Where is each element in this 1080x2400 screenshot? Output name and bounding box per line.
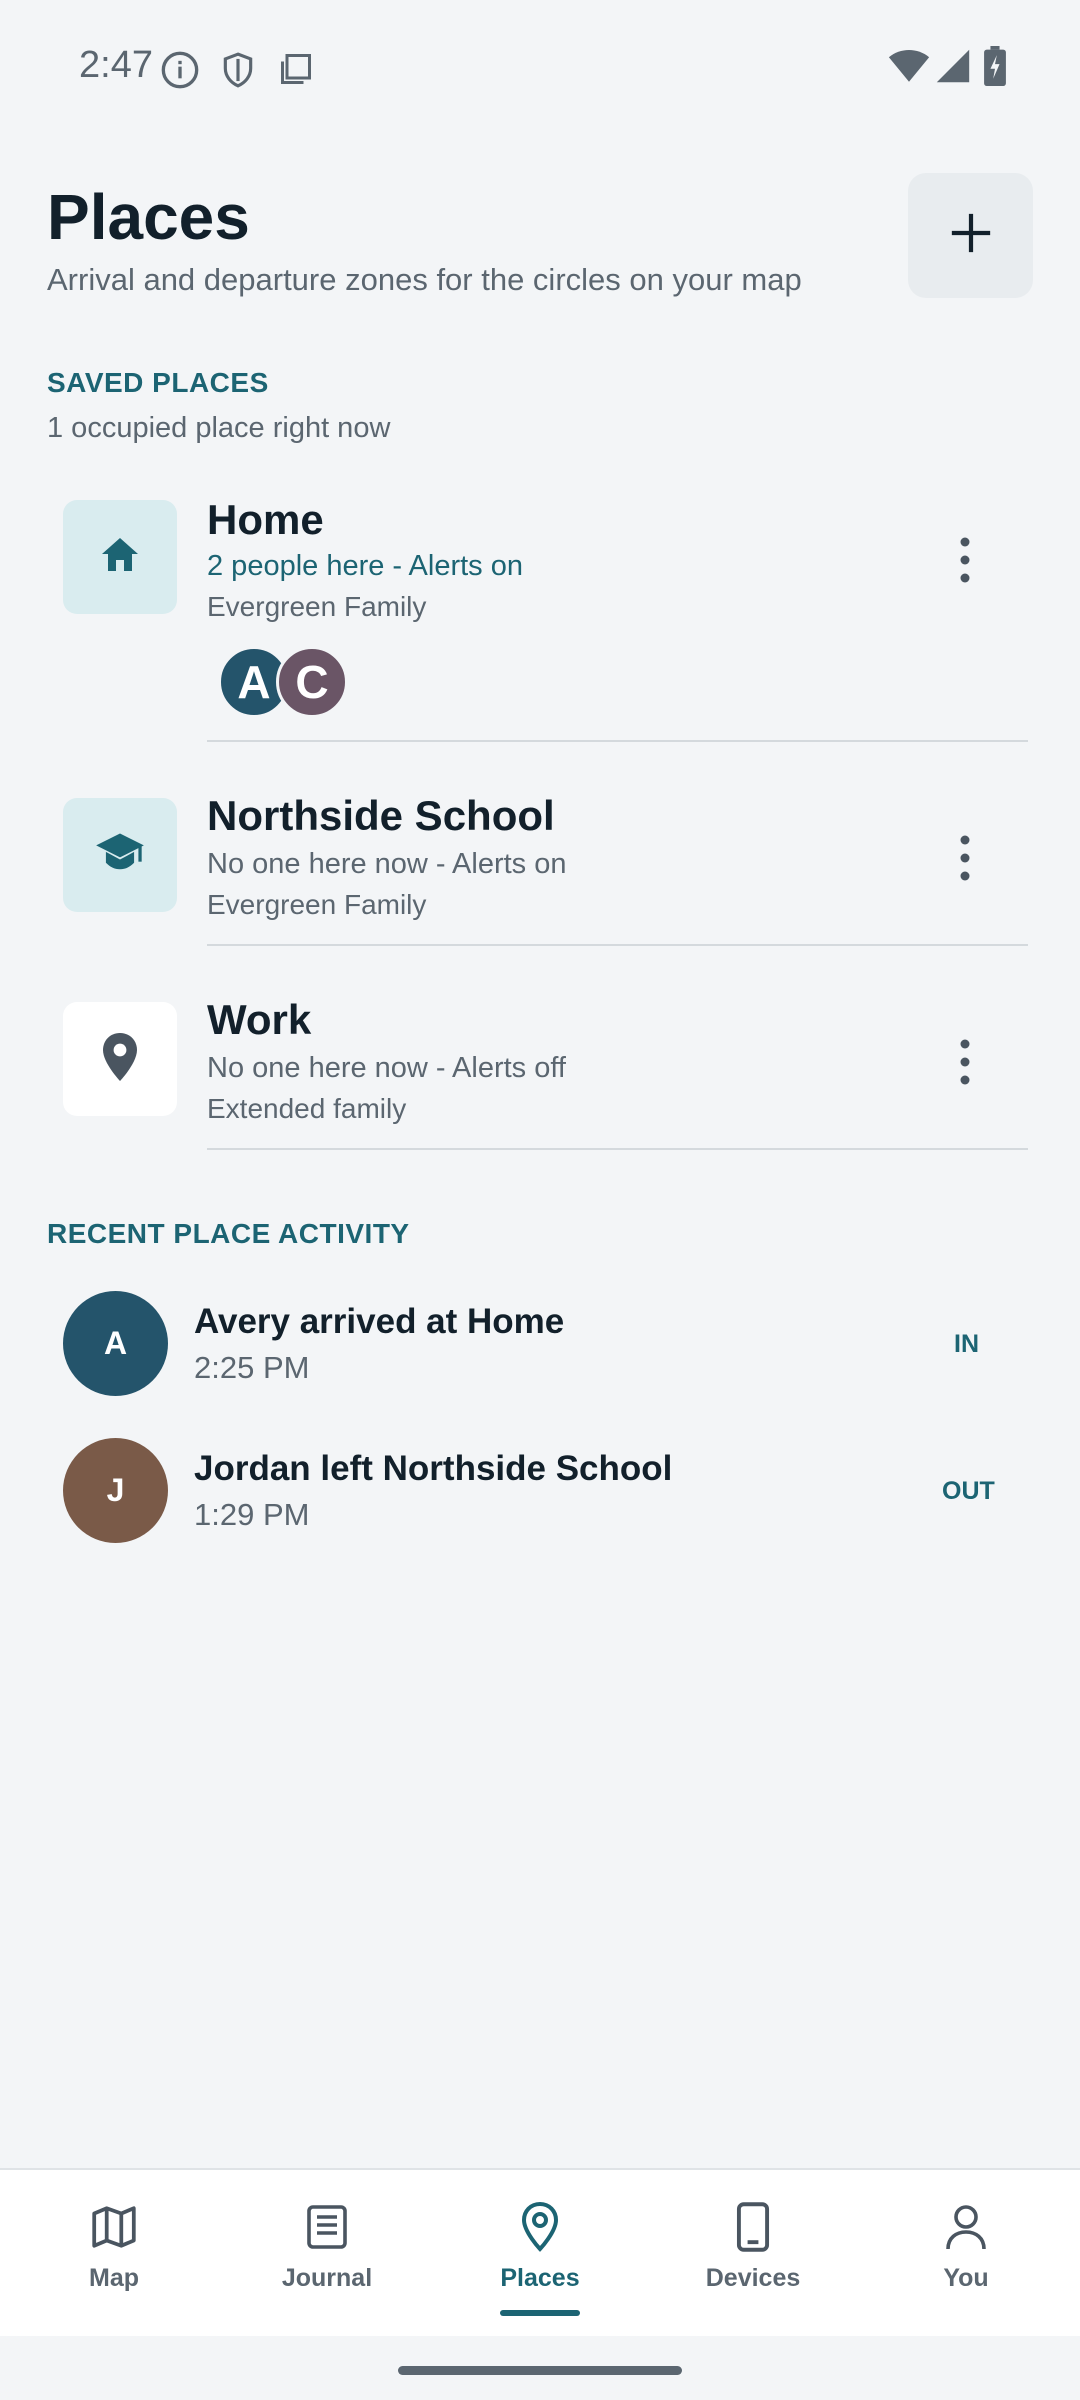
divider [207, 944, 1028, 946]
activity-time: 1:29 PM [194, 1497, 310, 1532]
active-tab-indicator [500, 2310, 580, 2316]
wifi-icon [888, 48, 930, 84]
avatar: A [63, 1291, 168, 1396]
battery-icon [984, 46, 1006, 86]
nav-item-you[interactable]: You [858, 2170, 1074, 2338]
bottom-navigation: Map Journal Places Devices You [0, 2168, 1080, 2336]
school-icon [94, 829, 146, 882]
place-tile [63, 500, 177, 614]
journal-icon [304, 2200, 350, 2254]
recent-activity-heading: RECENT PLACE ACTIVITY [47, 1218, 410, 1249]
activity-text: Avery arrived at Home [194, 1302, 565, 1341]
place-name: Work [207, 996, 312, 1043]
cell-signal-icon [935, 48, 971, 84]
more-vert-icon [959, 537, 971, 588]
place-tile [63, 1002, 177, 1116]
saved-places-summary: 1 occupied place right now [47, 412, 391, 444]
map-icon [89, 2200, 139, 2254]
place-circle-name: Extended family [207, 1093, 407, 1124]
place-status: No one here now - Alerts off [207, 1052, 566, 1084]
more-vert-icon [959, 1039, 971, 1090]
more-options-button[interactable] [935, 522, 995, 602]
place-row-work[interactable]: Work No one here now - Alerts off Extend… [0, 982, 1080, 1150]
activity-text: Jordan left Northside School [194, 1449, 673, 1488]
place-status: No one here now - Alerts on [207, 848, 567, 880]
nav-label: Journal [281, 2264, 373, 2292]
shield-icon [219, 50, 257, 90]
info-icon [160, 50, 200, 90]
gesture-handle[interactable] [398, 2366, 682, 2375]
nav-label: Devices [705, 2264, 801, 2292]
pin-icon [100, 1031, 140, 1088]
nav-label: Places [500, 2264, 580, 2292]
person-icon [944, 2200, 988, 2254]
status-time: 2:47 [79, 44, 153, 86]
status-bar: 2:47 [0, 0, 1080, 135]
activity-status-badge: IN [954, 1330, 979, 1358]
place-status: 2 people here - Alerts on [207, 550, 523, 582]
add-place-button[interactable] [908, 173, 1033, 298]
place-circle-name: Evergreen Family [207, 591, 427, 622]
place-row-northside-school[interactable]: Northside School No one here now - Alert… [0, 778, 1080, 946]
avatar: J [63, 1438, 168, 1543]
screenshot-icon [278, 50, 314, 88]
nav-label: Map [89, 2264, 139, 2292]
place-name: Home [207, 496, 324, 543]
plus-icon [948, 210, 994, 261]
place-row-home[interactable]: Home 2 people here - Alerts on Evergreen… [0, 480, 1080, 742]
divider [207, 740, 1028, 742]
page-subtitle: Arrival and departure zones for the circ… [47, 262, 802, 297]
activity-status-badge: OUT [942, 1477, 995, 1505]
page-title: Places [47, 181, 250, 253]
phone-icon [735, 2200, 771, 2254]
place-tile [63, 798, 177, 912]
nav-item-journal[interactable]: Journal [219, 2170, 435, 2338]
nav-item-map[interactable]: Map [6, 2170, 222, 2338]
activity-time: 2:25 PM [194, 1350, 310, 1385]
more-vert-icon [959, 835, 971, 886]
divider [207, 1148, 1028, 1150]
nav-item-places[interactable]: Places [432, 2170, 648, 2338]
avatar: C [276, 646, 348, 718]
place-circle-name: Evergreen Family [207, 889, 427, 920]
more-options-button[interactable] [935, 1024, 995, 1104]
home-icon [96, 531, 144, 584]
nav-label: You [943, 2264, 989, 2292]
place-pin-icon [519, 2200, 561, 2254]
more-options-button[interactable] [935, 820, 995, 900]
saved-places-heading: SAVED PLACES [47, 367, 269, 398]
nav-item-devices[interactable]: Devices [645, 2170, 861, 2338]
place-name: Northside School [207, 792, 555, 839]
